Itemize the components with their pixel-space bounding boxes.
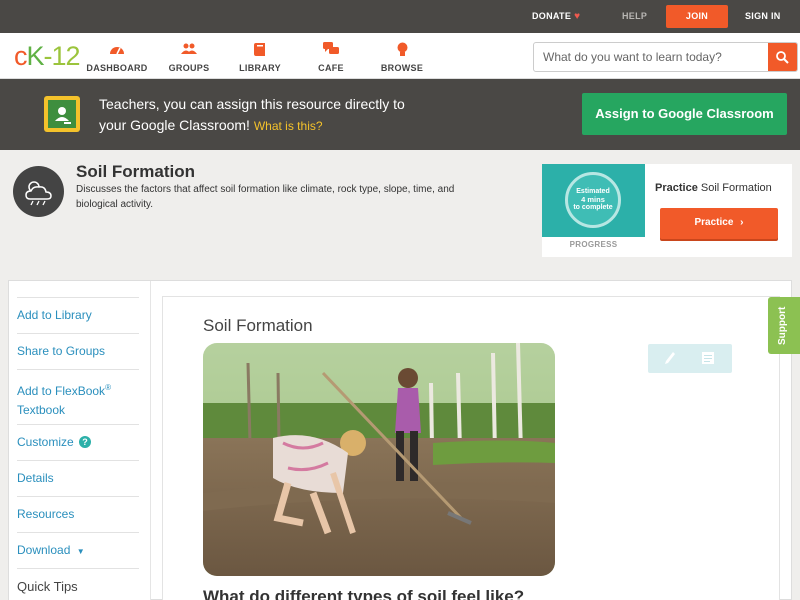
banner-line-2: your Google Classroom! What is this? — [99, 115, 405, 137]
people-icon — [154, 41, 224, 57]
gauge-icon — [82, 41, 152, 57]
concept-title: Soil Formation — [76, 162, 195, 181]
practice-heading: Practice Soil Formation — [655, 182, 772, 194]
chevron-right-icon: › — [740, 217, 744, 228]
utility-bar: DONATE ♥ HELP JOIN SIGN IN — [0, 0, 800, 33]
what-is-this-link[interactable]: What is this? — [254, 119, 323, 133]
concept-description: Discusses the factors that affect soil f… — [76, 184, 455, 210]
registered-mark: ® — [105, 383, 111, 392]
search-button[interactable] — [768, 43, 797, 71]
estimated-time-badge: Estimated 4 mins to complete — [565, 172, 621, 228]
search-icon — [776, 50, 789, 64]
notes-icon[interactable] — [700, 350, 716, 366]
pencil-icon[interactable] — [662, 350, 678, 366]
article-image — [203, 343, 555, 576]
weather-cloud-icon — [13, 166, 64, 217]
help-link[interactable]: HELP — [622, 0, 647, 33]
search-box — [533, 42, 798, 72]
content-panel: Add to Library Share to Groups Add to Fl… — [8, 280, 792, 600]
help-question-icon[interactable]: ? — [79, 436, 92, 448]
banner-message: Teachers, you can assign this resource d… — [99, 94, 405, 137]
book-icon — [225, 41, 295, 57]
nav-cafe[interactable]: CAFE — [296, 41, 366, 73]
nav-library[interactable]: LIBRARY — [225, 41, 295, 73]
concept-header: Soil Formation Discusses the factors tha… — [0, 150, 800, 280]
teacher-banner: Teachers, you can assign this resource d… — [0, 79, 800, 150]
main-nav: cK-12 DASHBOARD GROUPS LIBRARY CAFE BROW… — [0, 33, 800, 79]
google-classroom-icon — [44, 96, 80, 132]
download-label: Download — [17, 543, 71, 557]
ck12-logo[interactable]: cK-12 — [14, 41, 81, 71]
practice-heading-bold: Practice — [655, 182, 698, 194]
banner-line-2-text: your Google Classroom! — [99, 117, 250, 133]
practice-card: Estimated 4 mins to complete PROGRESS Pr… — [542, 164, 792, 257]
sidebar-item-quick-tips[interactable]: Quick Tips — [17, 568, 139, 600]
sidebar-item-details[interactable]: Details — [17, 460, 139, 496]
donate-link[interactable]: DONATE ♥ — [532, 0, 580, 33]
section-heading: What do different types of soil feel lik… — [203, 587, 525, 600]
sidebar-item-add-flexbook[interactable]: Add to FlexBook® Textbook — [17, 369, 139, 424]
sidebar-item-resources[interactable]: Resources — [17, 496, 139, 532]
search-input[interactable] — [534, 43, 769, 71]
caret-down-icon: ▼ — [76, 547, 85, 556]
nav-library-label: LIBRARY — [239, 63, 281, 73]
estimated-suffix: to complete — [573, 204, 613, 211]
progress-panel: Estimated 4 mins to complete — [542, 164, 645, 237]
article-title: Soil Formation — [203, 316, 313, 335]
support-tab[interactable]: Support — [768, 297, 800, 354]
article: Soil Formation What do different types o… — [162, 296, 780, 600]
nav-groups[interactable]: GROUPS — [154, 41, 224, 73]
lightbulb-icon — [367, 41, 437, 57]
sidebar-item-share-groups[interactable]: Share to Groups — [17, 333, 139, 369]
heart-icon: ♥ — [574, 11, 581, 22]
support-label: Support — [777, 306, 788, 345]
donate-label: DONATE — [532, 11, 572, 21]
join-button[interactable]: JOIN — [666, 5, 728, 28]
sidebar-item-download[interactable]: Download ▼ — [17, 532, 139, 568]
nav-browse-label: BROWSE — [380, 63, 424, 73]
article-tools — [648, 344, 732, 373]
progress-label: PROGRESS — [569, 240, 618, 249]
sidebar: Add to Library Share to Groups Add to Fl… — [9, 281, 151, 600]
add-flexbook-label-2: Textbook — [17, 403, 66, 417]
practice-heading-topic: Soil Formation — [700, 182, 772, 194]
sidebar-item-add-library[interactable]: Add to Library — [17, 297, 139, 333]
estimated-minutes: 4 mins — [581, 195, 605, 204]
customize-label: Customize — [17, 435, 74, 449]
chat-icon — [296, 41, 366, 57]
nav-browse[interactable]: BROWSE — [367, 41, 437, 73]
sign-in-link[interactable]: SIGN IN — [745, 0, 781, 33]
practice-button[interactable]: Practice › — [660, 208, 778, 239]
nav-groups-label: GROUPS — [168, 63, 210, 73]
nav-cafe-label: CAFE — [318, 63, 344, 73]
logo-part-c: c — [14, 41, 27, 71]
assign-google-classroom-button[interactable]: Assign to Google Classroom — [582, 93, 787, 135]
logo-part-12: -12 — [43, 41, 81, 71]
sidebar-item-customize[interactable]: Customize ? — [17, 424, 139, 460]
nav-dashboard[interactable]: DASHBOARD — [82, 41, 152, 73]
logo-part-k: K — [26, 41, 45, 71]
nav-dashboard-label: DASHBOARD — [86, 63, 148, 73]
banner-line-1: Teachers, you can assign this resource d… — [99, 96, 405, 112]
practice-button-label: Practice — [694, 217, 734, 228]
add-flexbook-label: Add to FlexBook — [17, 384, 106, 398]
